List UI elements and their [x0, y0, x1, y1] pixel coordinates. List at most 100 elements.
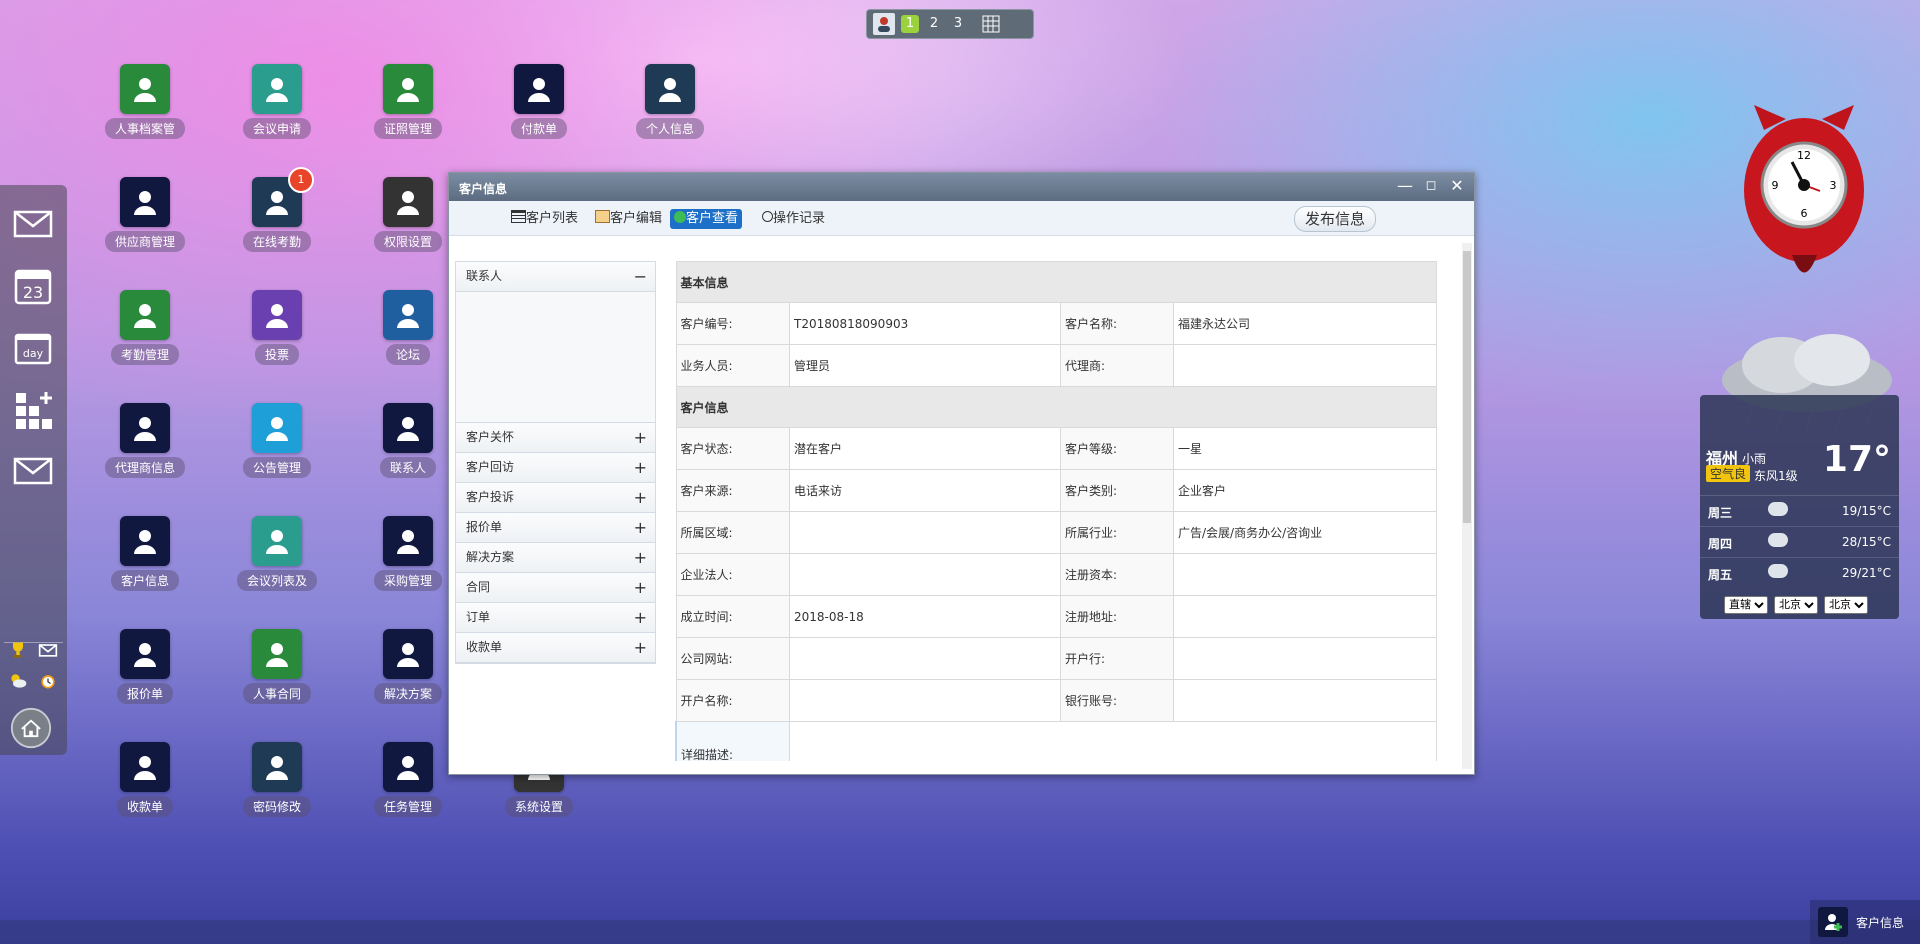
- close-icon[interactable]: ✕: [1448, 177, 1466, 195]
- minimize-icon[interactable]: —: [1396, 177, 1414, 195]
- app-icon[interactable]: [383, 403, 433, 453]
- desktop-icon[interactable]: 报价单: [85, 629, 205, 704]
- table-row: 业务人员: 管理员 代理商:: [675, 344, 1437, 387]
- desktop-icon-label: 投票: [254, 344, 299, 365]
- app-icon[interactable]: [645, 64, 695, 114]
- home-icon[interactable]: [8, 705, 54, 751]
- city-select[interactable]: 北京: [1774, 596, 1818, 614]
- small-mail-icon[interactable]: [36, 638, 60, 662]
- collapse-icon[interactable]: −: [634, 262, 647, 291]
- publish-button[interactable]: 发布信息: [1293, 206, 1376, 232]
- message-icon[interactable]: [10, 447, 56, 493]
- accordion-item[interactable]: 客户投诉 +: [456, 483, 655, 513]
- weather-small-icon[interactable]: [6, 669, 30, 693]
- vertical-scrollbar[interactable]: [1462, 243, 1472, 769]
- app-icon[interactable]: [252, 742, 302, 792]
- app-icon[interactable]: [383, 742, 433, 792]
- desktop-icon-label: 收款单: [116, 796, 173, 817]
- grid-view-icon[interactable]: [981, 14, 1001, 34]
- tab-operation-log[interactable]: 操作记录: [758, 209, 829, 229]
- app-icon[interactable]: [252, 516, 302, 566]
- weather-widget[interactable]: 福州 小雨 空气良 东风1级 17° 周三 19/15°C 周四 28/15°C 周五 2…: [1700, 395, 1899, 619]
- svg-text:6: 6: [1801, 207, 1808, 220]
- alarm-clock-icon[interactable]: [36, 669, 60, 693]
- expand-icon[interactable]: +: [634, 633, 647, 662]
- user-avatar-icon[interactable]: [873, 13, 895, 35]
- scrollbar-thumb[interactable]: [1463, 251, 1471, 523]
- app-icon[interactable]: [383, 516, 433, 566]
- accordion-item[interactable]: 合同 +: [456, 573, 655, 603]
- expand-icon[interactable]: +: [634, 453, 647, 482]
- tab-customer-edit[interactable]: 客户编辑: [591, 209, 666, 229]
- app-icon[interactable]: [514, 64, 564, 114]
- desktop-icon[interactable]: 密码修改: [217, 742, 337, 817]
- desktop-icon[interactable]: 人事档案管: [85, 64, 205, 139]
- app-icon[interactable]: [120, 629, 170, 679]
- level-value: 一星: [1173, 427, 1437, 470]
- desktop-icon[interactable]: 个人信息: [610, 64, 730, 139]
- province-select[interactable]: 直辖: [1724, 596, 1768, 614]
- expand-icon[interactable]: +: [634, 423, 647, 452]
- day-view-icon[interactable]: day: [10, 325, 56, 371]
- accordion-item[interactable]: 客户关怀 +: [456, 423, 655, 453]
- rain-icon: [1768, 564, 1788, 578]
- maximize-icon[interactable]: ◻: [1422, 177, 1440, 195]
- app-icon[interactable]: [120, 516, 170, 566]
- app-icon[interactable]: [252, 629, 302, 679]
- expand-icon[interactable]: +: [634, 483, 647, 512]
- app-icon[interactable]: [120, 742, 170, 792]
- forecast-range: 28/15°C: [1842, 535, 1891, 549]
- taskbar-item-customer-info[interactable]: 客户信息: [1810, 900, 1920, 944]
- app-icon[interactable]: [383, 64, 433, 114]
- desktop-icon[interactable]: 代理商信息: [85, 403, 205, 478]
- expand-icon[interactable]: +: [634, 513, 647, 542]
- desktop-icon[interactable]: 公告管理: [217, 403, 337, 478]
- app-icon[interactable]: [252, 64, 302, 114]
- page-2-button[interactable]: 2: [925, 15, 943, 33]
- accordion-item[interactable]: 收款单 +: [456, 633, 655, 663]
- desktop-icon[interactable]: 客户信息: [85, 516, 205, 591]
- trophy-icon[interactable]: [6, 638, 30, 662]
- expand-icon[interactable]: +: [634, 573, 647, 602]
- app-icon[interactable]: 1: [252, 167, 314, 227]
- desktop-icon[interactable]: 会议申请: [217, 64, 337, 139]
- app-icon[interactable]: [120, 177, 170, 227]
- accordion-item[interactable]: 解决方案 +: [456, 543, 655, 573]
- app-icon[interactable]: [120, 290, 170, 340]
- desktop-icon[interactable]: 供应商管理: [85, 177, 205, 252]
- page-3-button[interactable]: 3: [949, 15, 967, 33]
- mail-icon[interactable]: [10, 200, 56, 246]
- app-icon[interactable]: [252, 290, 302, 340]
- acct-no-value: [1173, 679, 1437, 722]
- desktop-icon[interactable]: 会议列表及: [217, 516, 337, 591]
- app-icon[interactable]: [383, 629, 433, 679]
- accordion-item[interactable]: 订单 +: [456, 603, 655, 633]
- window-titlebar[interactable]: 客户信息 — ◻ ✕: [449, 173, 1474, 201]
- accordion-item[interactable]: 客户回访 +: [456, 453, 655, 483]
- desktop-icon[interactable]: 1 在线考勤: [217, 167, 337, 252]
- app-icon[interactable]: [383, 290, 433, 340]
- add-widget-icon[interactable]: [10, 387, 56, 433]
- desktop-icon[interactable]: 人事合同: [217, 629, 337, 704]
- desktop-icon[interactable]: 付款单: [479, 64, 599, 139]
- district-select[interactable]: 北京: [1824, 596, 1868, 614]
- expand-icon[interactable]: +: [634, 543, 647, 572]
- clock-widget[interactable]: 12 3 6 9: [1742, 105, 1866, 285]
- app-icon[interactable]: [120, 64, 170, 114]
- tab-customer-view[interactable]: 客户查看: [670, 209, 743, 229]
- calendar-icon[interactable]: 23: [10, 263, 56, 309]
- desktop-icon[interactable]: 投票: [217, 290, 337, 365]
- desktop-icon[interactable]: 收款单: [85, 742, 205, 817]
- tab-customer-list[interactable]: 客户列表: [507, 209, 582, 229]
- app-icon[interactable]: [120, 403, 170, 453]
- desktop-icon[interactable]: 考勤管理: [85, 290, 205, 365]
- page-1-button[interactable]: 1: [901, 15, 919, 33]
- accordion-item[interactable]: 报价单 +: [456, 513, 655, 543]
- desktop-icon-label: 任务管理: [373, 796, 442, 817]
- expand-icon[interactable]: +: [634, 603, 647, 632]
- desktop-icon[interactable]: 证照管理: [348, 64, 468, 139]
- app-icon[interactable]: [383, 177, 433, 227]
- accordion-header-contacts[interactable]: 联系人 −: [456, 262, 655, 292]
- app-icon[interactable]: [252, 403, 302, 453]
- table-row: 详细描述:: [675, 721, 1437, 761]
